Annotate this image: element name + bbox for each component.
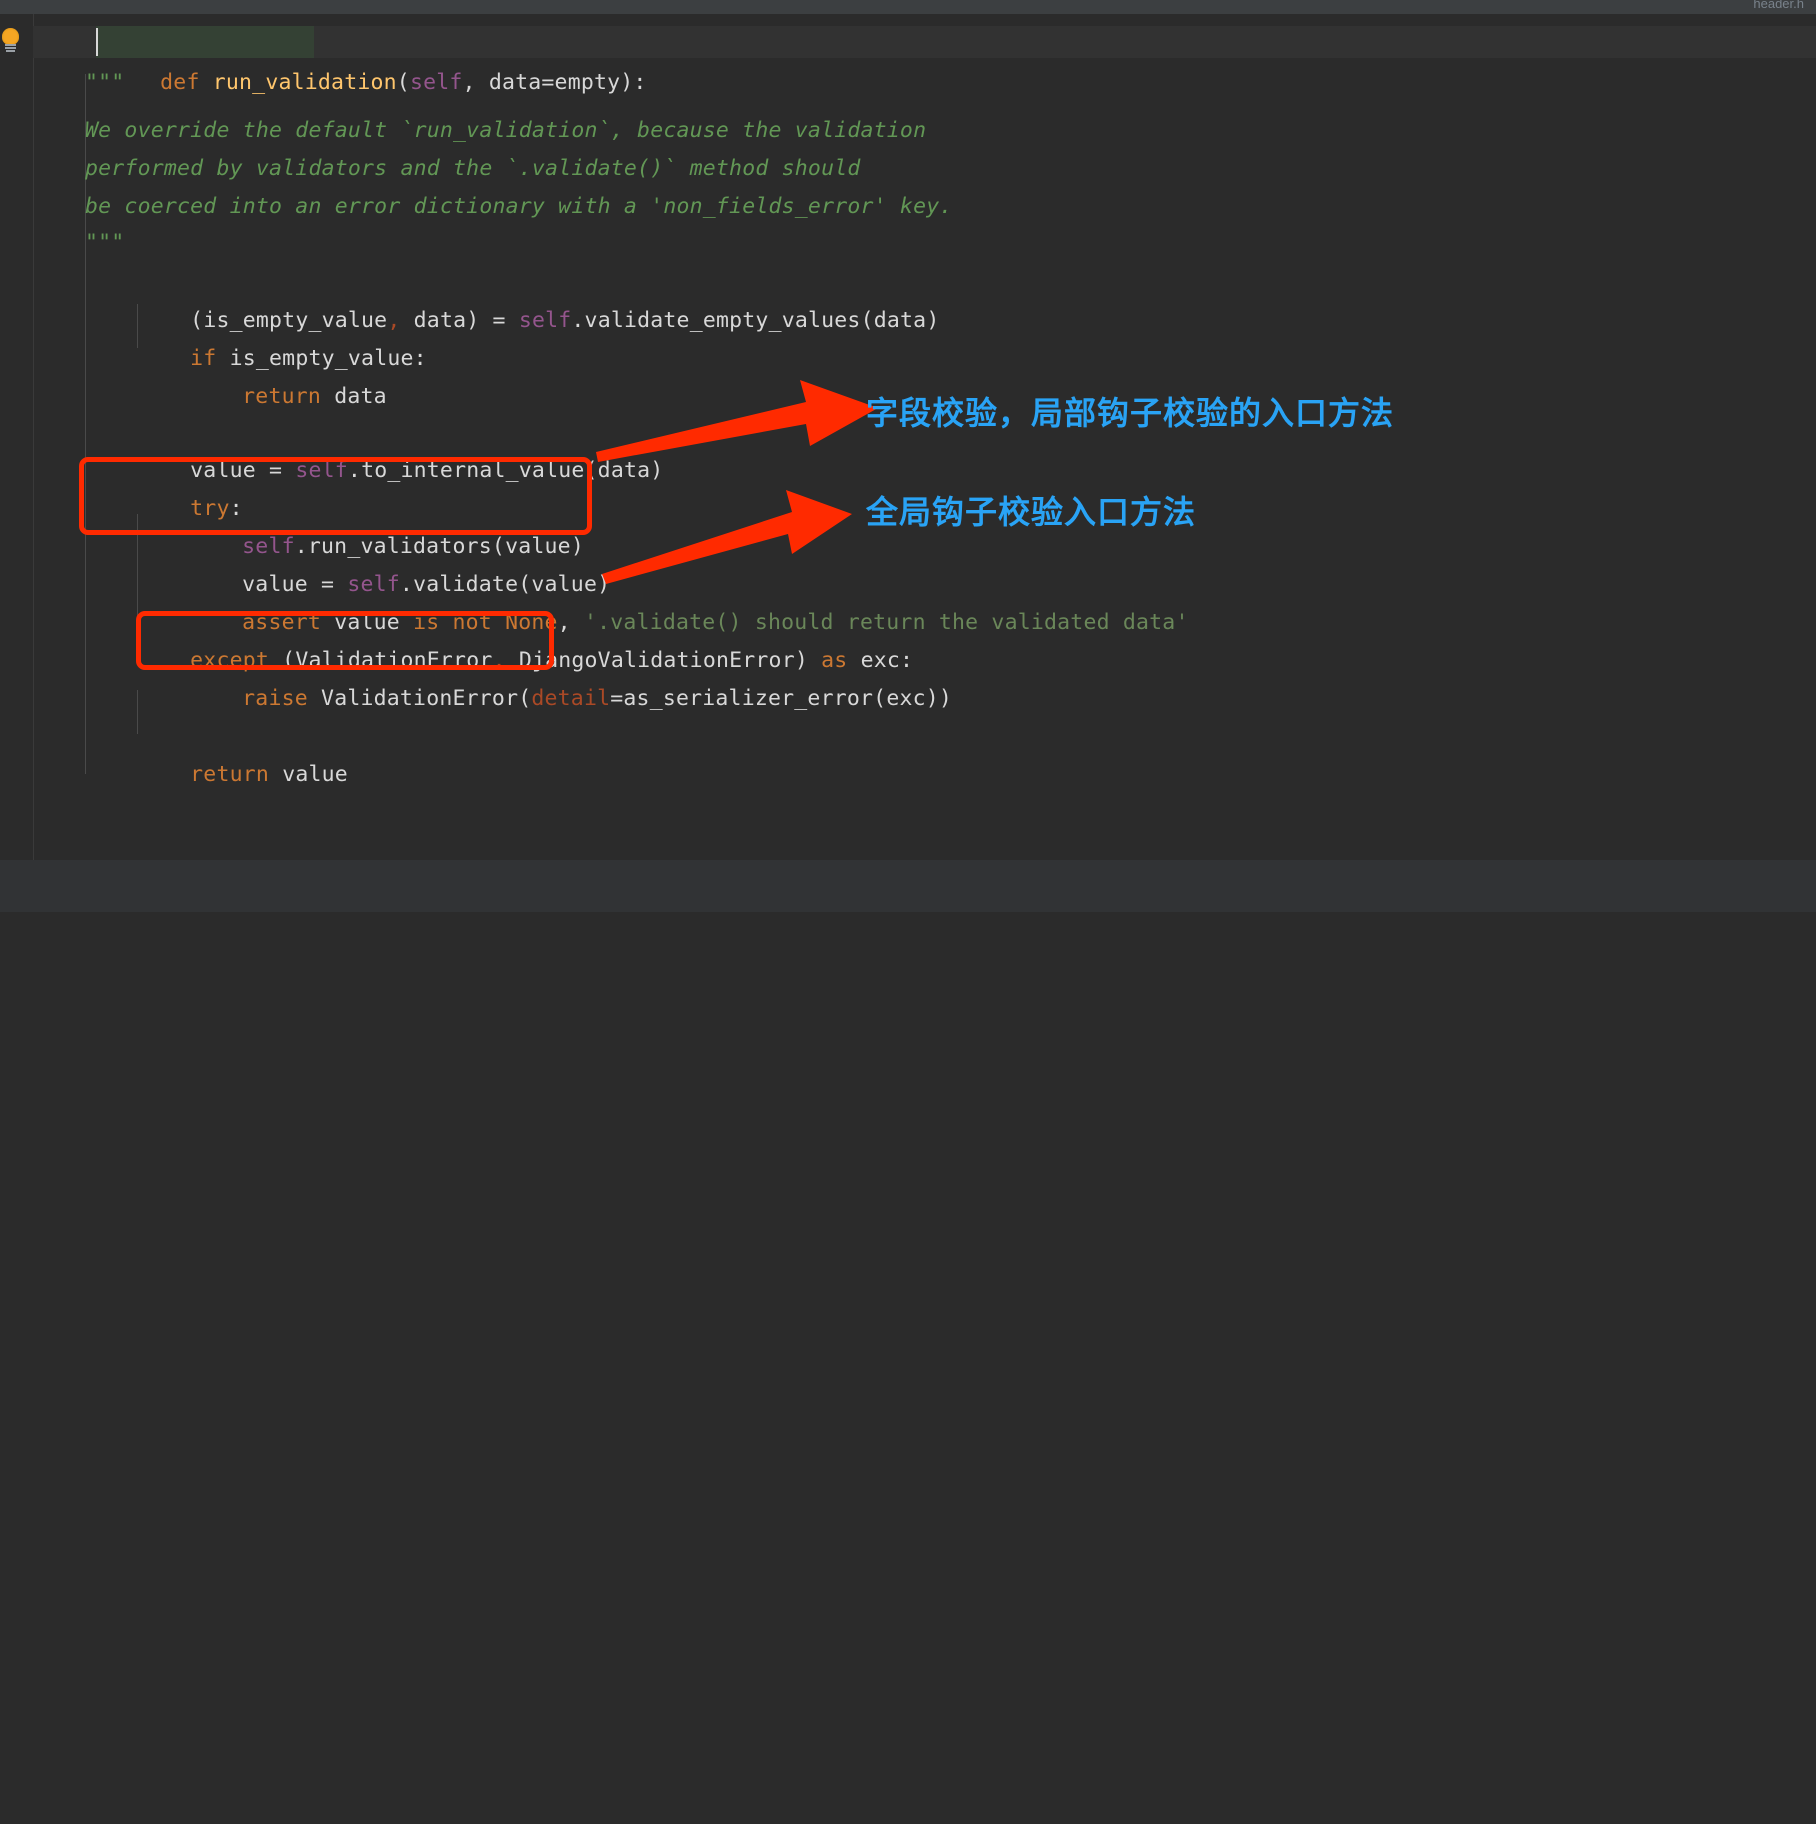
code-line[interactable]: return data [137,340,387,409]
token-self: self [409,70,463,95]
token-param: data [488,70,542,95]
code-editor[interactable]: def run_validation(self, data=empty): ""… [0,14,1816,860]
code-line[interactable]: (is_empty_value, data) = self.validate_e… [85,264,939,333]
token-function-name: run_validation [212,70,397,95]
token-punct: = [255,458,296,483]
lightbulb-icon[interactable] [0,28,22,52]
code-line[interactable]: """ [85,64,124,102]
code-line[interactable]: performed by validators and the `.valida… [85,150,861,188]
token-punct: = [610,686,624,711]
code-line[interactable]: return value [85,718,348,787]
code-line[interactable]: We override the default `run_validation`… [85,112,926,150]
lightbulb-glass [2,28,19,45]
token-exception: ValidationError [321,686,519,711]
annotation-arrow-1 [596,380,878,462]
token-arg: exc [886,686,926,711]
editor-gutter[interactable] [0,14,34,860]
code-line[interactable]: raise ValidationError(detail=as_serializ… [137,642,952,711]
token-punct: : [413,346,427,371]
code-line[interactable]: except (ValidationError, DjangoValidatio… [85,604,913,673]
lightbulb-base-1 [5,44,16,46]
code-line[interactable]: try: [85,452,243,521]
token-self: self [518,308,572,333]
token-punct: ( [396,70,410,95]
token-punct: . [571,308,585,333]
token-keyword: return [242,384,322,409]
token-keyword: return [190,762,270,787]
token-self: self [295,458,348,483]
token-kwarg: detail [531,686,611,711]
token-punct: ) [926,308,940,333]
token-keyword: raise [242,686,308,711]
token-method: validate_empty_values [584,308,861,333]
ide-screenshot: header.h def run_validation(self, data=e… [0,0,1816,912]
code-content[interactable]: def run_validation(self, data=empty): ""… [33,14,1816,860]
code-line[interactable]: value = self.validate(value) [137,528,610,597]
token-punct: ): [620,70,647,95]
lightbulb-base-3 [6,50,15,52]
token-punct: , [462,70,489,95]
token-param-default: empty [554,70,621,95]
token-punct: ( [860,308,874,333]
code-line[interactable]: value = self.to_internal_value(data) [85,414,663,483]
token-arg: data [873,308,927,333]
token-punct: = [541,70,555,95]
editor-tab-strip[interactable]: header.h [0,0,1816,14]
lightbulb-base-2 [5,47,16,49]
token-punct: ( [518,686,532,711]
token-identifier: data [334,384,387,409]
token-function-call: as_serializer_error [623,686,874,711]
annotation-arrow-2 [602,490,852,584]
code-line[interactable]: """ [85,224,124,262]
code-line[interactable]: def run_validation(self, data=empty): [55,26,647,95]
token-method: to_internal_value [361,458,585,483]
token-punct: ( [873,686,887,711]
token-punct: . [347,458,362,483]
token-punct: )) [925,686,953,711]
status-bar [0,860,1816,912]
code-line[interactable]: if is_empty_value: [85,302,427,371]
annotation-label-global-validation: 全局钩子校验入口方法 [866,493,1197,531]
code-line[interactable]: self.run_validators(value) [137,490,584,559]
token-keyword: def [160,70,200,95]
code-line[interactable]: be coerced into an error dictionary with… [85,188,953,226]
editor-tab-label[interactable]: header.h [1753,0,1804,11]
token-punct: ) = [466,308,519,333]
annotation-label-field-validation: 字段校验，局部钩子校验的入口方法 [866,394,1395,432]
token-identifier: value [282,762,348,787]
